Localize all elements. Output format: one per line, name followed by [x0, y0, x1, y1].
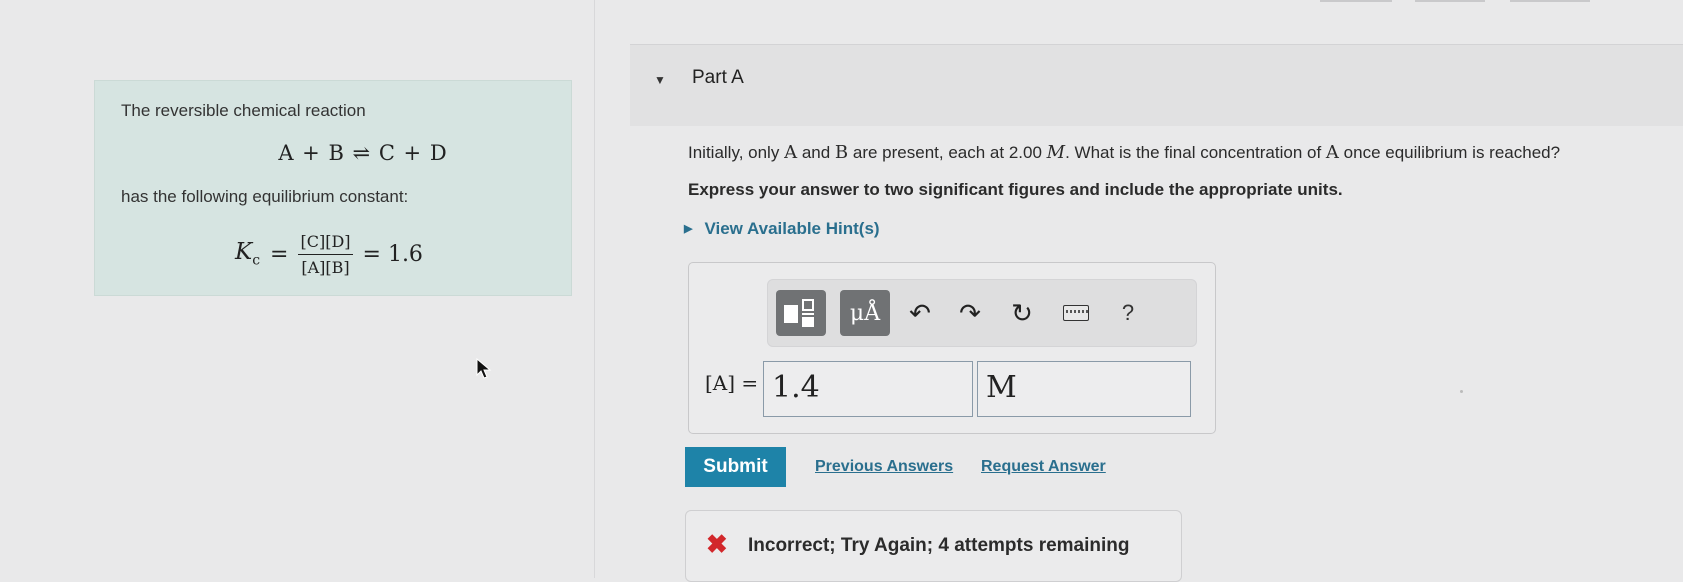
help-button[interactable]: ? — [1110, 290, 1146, 336]
math-toolbar: μÅ ↶ ↷ ↻ ? — [767, 279, 1197, 347]
error-x-icon: ✖ — [706, 529, 728, 559]
templates-icon — [784, 299, 818, 327]
mouse-cursor-icon — [476, 358, 492, 379]
feedback-message: Incorrect; Try Again; 4 attempts remaini… — [748, 535, 1130, 556]
question-text: Initially, only A and B are present, eac… — [688, 142, 1561, 163]
answer-box: μÅ ↶ ↷ ↻ ? [A] = 1.4 M — [688, 262, 1216, 434]
kc-symbol: Kc — [235, 239, 261, 269]
reaction-equation: A + B ⇌ C + D — [278, 141, 448, 165]
part-title: Part A — [692, 67, 744, 88]
undo-icon: ↶ — [909, 297, 931, 328]
units-button[interactable]: μÅ — [840, 290, 890, 336]
kc-value: = 1.6 — [362, 241, 423, 267]
reset-button[interactable]: ↻ — [1004, 290, 1040, 336]
value-input[interactable]: 1.4 — [763, 361, 973, 417]
kc-numerator: [C][D] — [298, 232, 353, 255]
column-divider — [594, 0, 595, 578]
redo-icon: ↷ — [959, 297, 981, 328]
intro-text-2: has the following equilibrium constant: — [121, 187, 409, 206]
unit-input[interactable]: M — [977, 361, 1191, 417]
help-icon: ? — [1121, 300, 1135, 325]
intro-text: The reversible chemical reaction — [121, 101, 366, 120]
reset-icon: ↻ — [1011, 297, 1033, 328]
kc-fraction: [C][D] [A][B] — [298, 232, 353, 277]
problem-intro-panel: The reversible chemical reaction A + B ⇌… — [94, 80, 572, 296]
kc-denominator: [A][B] — [301, 257, 350, 277]
redo-button[interactable]: ↷ — [952, 290, 988, 336]
previous-answers-link[interactable]: Previous Answers — [815, 458, 953, 476]
answer-label: [A] = — [705, 371, 759, 395]
units-icon: μÅ — [849, 300, 881, 326]
keyboard-button[interactable] — [1058, 290, 1094, 336]
expand-triangle-icon: ▶ — [684, 223, 693, 235]
request-answer-link[interactable]: Request Answer — [981, 458, 1106, 476]
view-hints-link[interactable]: ▶ View Available Hint(s) — [684, 219, 880, 239]
equals-sign: = — [270, 241, 289, 267]
feedback-box: ✖ Incorrect; Try Again; 4 attempts remai… — [685, 510, 1182, 582]
instruction-text: Express your answer to two significant f… — [688, 180, 1343, 199]
part-a-header[interactable]: ▼ Part A — [630, 44, 1683, 126]
keyboard-icon — [1063, 305, 1089, 321]
top-strip — [0, 0, 1683, 4]
submit-button[interactable]: Submit — [685, 447, 786, 487]
collapse-caret-icon[interactable]: ▼ — [654, 73, 666, 87]
templates-button[interactable] — [776, 290, 826, 336]
equilibrium-constant-expression: Kc = [C][D] [A][B] = 1.6 — [235, 222, 423, 286]
undo-button[interactable]: ↶ — [902, 290, 938, 336]
decorative-dot — [1460, 390, 1463, 393]
